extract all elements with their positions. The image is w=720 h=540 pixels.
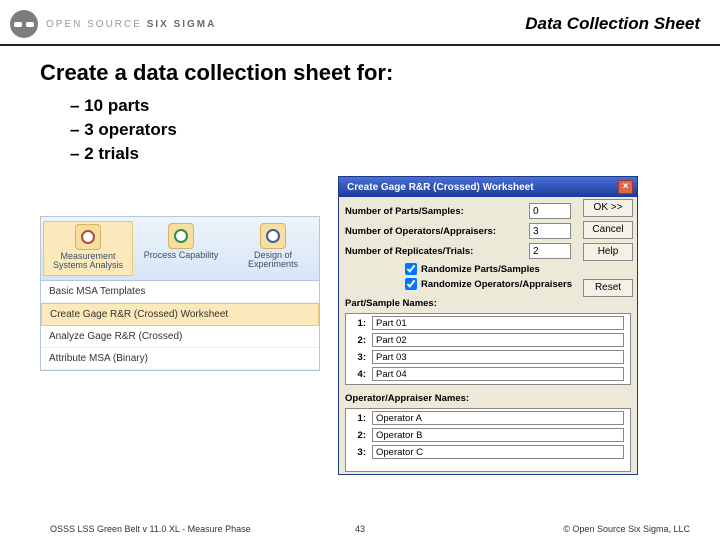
bullet-item: 2 trials bbox=[70, 144, 680, 164]
gage-dialog: Create Gage R&R (Crossed) Worksheet × OK… bbox=[338, 176, 638, 475]
ribbon-label: Measurement Systems Analysis bbox=[44, 252, 132, 271]
slide-header: OPEN SOURCE SIX SIGMA Data Collection Sh… bbox=[0, 0, 720, 46]
page-title: Data Collection Sheet bbox=[525, 14, 700, 34]
randomize-parts-label: Randomize Parts/Samples bbox=[421, 264, 540, 275]
row-index: 2: bbox=[352, 335, 366, 346]
operators-input[interactable] bbox=[529, 223, 571, 239]
ribbon-screenshot: Measurement Systems Analysis Process Cap… bbox=[40, 216, 320, 475]
menu-item-create-gage[interactable]: Create Gage R&R (Crossed) Worksheet bbox=[41, 303, 319, 326]
brand-part-b: SIX SIGMA bbox=[147, 19, 217, 30]
slide-footer: OSSS LSS Green Belt v 11.0 XL - Measure … bbox=[0, 524, 720, 534]
page-number: 43 bbox=[355, 524, 365, 534]
replicates-label: Number of Replicates/Trials: bbox=[345, 246, 523, 257]
parts-listbox: 1: 2: 3: 4: bbox=[345, 313, 631, 385]
ops-section-label: Operator/Appraiser Names: bbox=[345, 393, 631, 404]
ribbon-head: Measurement Systems Analysis Process Cap… bbox=[40, 216, 320, 281]
part-name-input[interactable] bbox=[372, 333, 624, 347]
help-button[interactable]: Help bbox=[583, 243, 633, 261]
reset-button[interactable]: Reset bbox=[583, 279, 633, 297]
row-index: 2: bbox=[352, 430, 366, 441]
parts-label: Number of Parts/Samples: bbox=[345, 206, 523, 217]
menu-item-analyze-gage[interactable]: Analyze Gage R&R (Crossed) bbox=[41, 326, 319, 348]
ribbon-dropdown: Basic MSA Templates Create Gage R&R (Cro… bbox=[40, 281, 320, 371]
brand-logo-icon bbox=[10, 10, 38, 38]
menu-item-basic-msa[interactable]: Basic MSA Templates bbox=[41, 281, 319, 303]
footer-copyright: © Open Source Six Sigma, LLC bbox=[563, 524, 690, 534]
ribbon-item-doe[interactable]: Design of Experiments bbox=[229, 221, 317, 276]
main-content: Create a data collection sheet for: 10 p… bbox=[0, 46, 720, 475]
dialog-titlebar: Create Gage R&R (Crossed) Worksheet × bbox=[339, 177, 637, 197]
brand-block: OPEN SOURCE SIX SIGMA bbox=[10, 10, 525, 38]
cancel-button[interactable]: Cancel bbox=[583, 221, 633, 239]
ribbon-item-capability[interactable]: Process Capability bbox=[137, 221, 225, 276]
parts-input[interactable] bbox=[529, 203, 571, 219]
row-index: 4: bbox=[352, 369, 366, 380]
menu-item-attribute-msa[interactable]: Attribute MSA (Binary) bbox=[41, 348, 319, 370]
dialog-button-column: OK >> Cancel Help Reset bbox=[583, 199, 633, 297]
part-name-input[interactable] bbox=[372, 316, 624, 330]
ok-button[interactable]: OK >> bbox=[583, 199, 633, 217]
operators-label: Number of Operators/Appraisers: bbox=[345, 226, 523, 237]
illustration-row: Measurement Systems Analysis Process Cap… bbox=[40, 176, 680, 475]
randomize-parts-checkbox[interactable] bbox=[405, 263, 417, 275]
operator-name-input[interactable] bbox=[372, 428, 624, 442]
parts-section-label: Part/Sample Names: bbox=[345, 298, 631, 309]
replicates-input[interactable] bbox=[529, 243, 571, 259]
ribbon-item-msa[interactable]: Measurement Systems Analysis bbox=[43, 221, 133, 276]
row-index: 1: bbox=[352, 318, 366, 329]
operator-name-input[interactable] bbox=[372, 411, 624, 425]
part-name-input[interactable] bbox=[372, 350, 624, 364]
ribbon-label: Design of Experiments bbox=[229, 251, 317, 270]
part-name-input[interactable] bbox=[372, 367, 624, 381]
gauge-icon bbox=[168, 223, 194, 249]
bullet-item: 3 operators bbox=[70, 120, 680, 140]
cube-icon bbox=[260, 223, 286, 249]
operators-listbox: 1: 2: 3: bbox=[345, 408, 631, 472]
brand-text: OPEN SOURCE SIX SIGMA bbox=[46, 19, 216, 30]
randomize-ops-checkbox[interactable] bbox=[405, 278, 417, 290]
brand-part-a: OPEN SOURCE bbox=[46, 19, 142, 30]
ribbon-label: Process Capability bbox=[144, 251, 219, 260]
footer-left: OSSS LSS Green Belt v 11.0 XL - Measure … bbox=[50, 524, 251, 534]
bullet-list: 10 parts 3 operators 2 trials bbox=[40, 96, 680, 164]
dialog-title-text: Create Gage R&R (Crossed) Worksheet bbox=[347, 182, 534, 193]
randomize-ops-label: Randomize Operators/Appraisers bbox=[421, 279, 572, 290]
operator-name-input[interactable] bbox=[372, 445, 624, 459]
close-icon[interactable]: × bbox=[618, 180, 633, 194]
bullet-item: 10 parts bbox=[70, 96, 680, 116]
target-icon bbox=[75, 224, 101, 250]
headline: Create a data collection sheet for: bbox=[40, 60, 680, 86]
row-index: 1: bbox=[352, 413, 366, 424]
row-index: 3: bbox=[352, 352, 366, 363]
row-index: 3: bbox=[352, 447, 366, 458]
